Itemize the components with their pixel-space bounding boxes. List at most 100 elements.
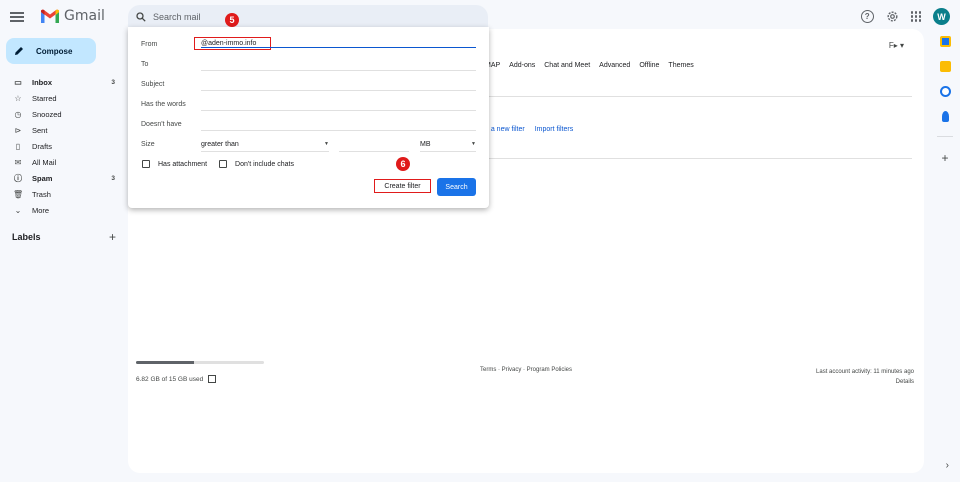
help-icon[interactable]: ? [860, 10, 874, 23]
labels-heading: Labels [12, 232, 41, 242]
sidebar-item-inbox[interactable]: ▭ Inbox 3 [0, 74, 124, 90]
sidebar-item-label: Snoozed [32, 109, 62, 119]
checkbox-icon[interactable] [142, 160, 150, 168]
dropdown-arrow-icon: ▼ [471, 141, 476, 147]
side-panel: + [930, 36, 960, 165]
input-tools-icon[interactable]: F▸ ▾ [889, 41, 904, 50]
compose-button[interactable]: Compose [6, 38, 96, 64]
main-menu-button[interactable] [10, 10, 24, 24]
labels-header: Labels + [12, 230, 116, 244]
to-field[interactable] [201, 70, 476, 71]
tasks-icon[interactable] [939, 86, 951, 97]
sidebar-item-sent[interactable]: ⊳ Sent [0, 122, 124, 138]
size-unit-value: MB [420, 141, 431, 148]
open-external-icon[interactable] [208, 375, 217, 383]
sidebar-item-label: Drafts [32, 141, 53, 151]
create-new-filter-link[interactable]: e a new filter [485, 126, 525, 133]
avatar[interactable]: W [933, 8, 950, 25]
details-link[interactable]: Details [816, 377, 914, 387]
spam-icon: ⓘ [14, 173, 22, 183]
add-app-icon[interactable]: + [941, 151, 948, 165]
tab-themes[interactable]: Themes [668, 62, 693, 69]
doesnt-have-field[interactable] [201, 130, 476, 131]
trash-icon: 🗑 [13, 189, 24, 199]
from-label: From [141, 40, 158, 48]
search-filter-dropdown: From @aden-immo.info To Subject Has the … [128, 27, 489, 208]
sidebar-item-spam[interactable]: ⓘ Spam 3 [0, 170, 124, 186]
sidebar-nav: ▭ Inbox 3 ☆ Starred ◷ Snoozed ⊳ Sent ▯ Drafts ✉ All … [0, 74, 124, 218]
keep-icon[interactable] [939, 61, 951, 72]
subject-label: Subject [141, 80, 165, 88]
contacts-icon[interactable] [941, 111, 949, 122]
send-icon: ⊳ [14, 125, 22, 135]
side-divider [937, 136, 953, 137]
tab-chat-meet[interactable]: Chat and Meet [544, 62, 590, 69]
tab-advanced[interactable]: Advanced [599, 62, 630, 69]
all-mail-icon: ✉ [14, 157, 22, 167]
to-label: To [141, 60, 149, 68]
doesnt-have-label: Doesn't have [141, 120, 182, 128]
from-field-underline [201, 47, 476, 48]
search-button[interactable]: Search [437, 178, 476, 196]
gmail-m-icon [41, 9, 59, 23]
size-operator-select[interactable]: greater than ▼ [201, 141, 329, 148]
draft-icon: ▯ [15, 141, 21, 151]
from-field[interactable]: @aden-immo.info [194, 37, 271, 50]
sidebar-item-snoozed[interactable]: ◷ Snoozed [0, 106, 124, 122]
sidebar-item-trash[interactable]: 🗑 Trash [0, 186, 124, 202]
sidebar-item-more[interactable]: ⌄ More [0, 202, 124, 218]
app-name: Gmail [64, 8, 105, 24]
last-activity: Last account activity: 11 minutes ago [816, 369, 914, 375]
dropdown-arrow-icon: ▼ [324, 141, 329, 147]
apps-grid-icon[interactable] [910, 11, 921, 22]
add-label-icon[interactable]: + [109, 230, 116, 244]
dont-include-chats-checkbox[interactable]: Don't include chats [219, 160, 294, 168]
sidebar-item-label: All Mail [32, 157, 57, 167]
size-unit-select[interactable]: MB ▼ [420, 141, 476, 148]
chevron-right-icon[interactable]: › [946, 460, 949, 471]
settings-tabs: MAP Add-ons Chat and Meet Advanced Offli… [485, 62, 694, 69]
has-words-label: Has the words [141, 100, 186, 108]
create-filter-button[interactable]: Create filter [374, 179, 431, 193]
storage-bar [136, 361, 264, 364]
tab-offline[interactable]: Offline [639, 62, 659, 69]
chevron-down-icon: ⌄ [14, 205, 22, 215]
checkbox-icon[interactable] [219, 160, 228, 168]
sidebar-item-starred[interactable]: ☆ Starred [0, 90, 124, 106]
import-filters-link[interactable]: Import filters [535, 126, 574, 133]
footer-links[interactable]: Terms · Privacy · Program Policies [480, 367, 572, 373]
search-input[interactable]: Search mail [153, 12, 201, 22]
divider [485, 158, 912, 159]
size-operator-underline [201, 151, 329, 152]
size-operator-value: greater than [201, 141, 239, 148]
size-label: Size [141, 141, 155, 148]
sidebar-item-drafts[interactable]: ▯ Drafts [0, 138, 124, 154]
search-icon[interactable] [136, 12, 146, 22]
gmail-logo[interactable]: Gmail [40, 8, 105, 24]
gear-icon[interactable] [886, 10, 899, 23]
pencil-icon [15, 47, 23, 55]
sidebar-item-label: Spam [32, 173, 53, 183]
inbox-icon: ▭ [14, 77, 22, 87]
step-6-badge: 6 [396, 157, 410, 171]
has-attachment-checkbox[interactable]: Has attachment [142, 160, 207, 168]
storage-fill [136, 361, 194, 364]
size-unit-underline [420, 151, 476, 152]
unread-count: 3 [111, 174, 115, 182]
storage-text: 6.82 GB of 15 GB used [136, 375, 204, 383]
search-bar[interactable]: Search mail [128, 5, 488, 29]
tab-addons[interactable]: Add-ons [509, 62, 535, 69]
sidebar-item-label: Trash [32, 189, 51, 199]
divider [485, 96, 912, 97]
sidebar-item-label: Sent [32, 125, 48, 135]
subject-field[interactable] [201, 90, 476, 91]
size-value-field[interactable] [339, 151, 409, 152]
sidebar-item-all-mail[interactable]: ✉ All Mail [0, 154, 124, 170]
step-5-badge: 5 [225, 13, 239, 27]
dont-include-chats-label: Don't include chats [235, 160, 294, 168]
calendar-icon[interactable] [939, 36, 951, 47]
sidebar-item-label: Inbox [32, 77, 52, 87]
sidebar-item-label: Starred [32, 93, 57, 103]
clock-icon: ◷ [14, 109, 22, 119]
has-words-field[interactable] [201, 110, 476, 111]
